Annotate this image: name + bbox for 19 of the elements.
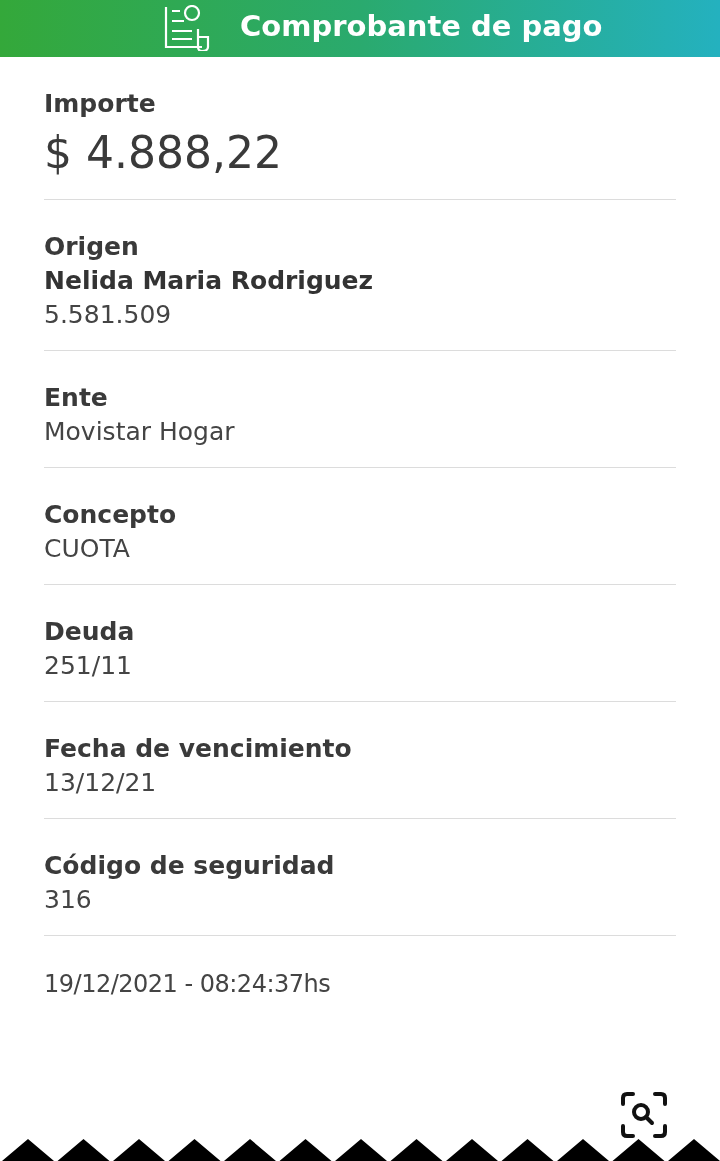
field-label: Concepto <box>44 499 177 531</box>
header-title: Comprobante de pago <box>240 8 603 45</box>
field-value: 5.581.509 <box>44 299 172 331</box>
search-icon[interactable] <box>620 1091 668 1139</box>
receipt-icon <box>162 5 212 51</box>
timestamp: 19/12/2021 - 08:24:37hs <box>44 970 331 998</box>
field-label: Importe <box>44 88 156 120</box>
field-label: Deuda <box>44 616 135 648</box>
field-label: Origen <box>44 231 139 263</box>
field-label: Código de seguridad <box>44 850 335 882</box>
field-value: Movistar Hogar <box>44 416 235 448</box>
field-value: 316 <box>44 884 92 916</box>
field-label: Fecha de vencimiento <box>44 733 352 765</box>
amount-value: $ 4.888,22 <box>44 126 282 180</box>
field-name: Nelida Maria Rodriguez <box>44 265 374 297</box>
field-value: 13/12/21 <box>44 767 157 799</box>
field-value: CUOTA <box>44 533 130 565</box>
field-label: Ente <box>44 382 108 414</box>
field-value: 251/11 <box>44 650 132 682</box>
